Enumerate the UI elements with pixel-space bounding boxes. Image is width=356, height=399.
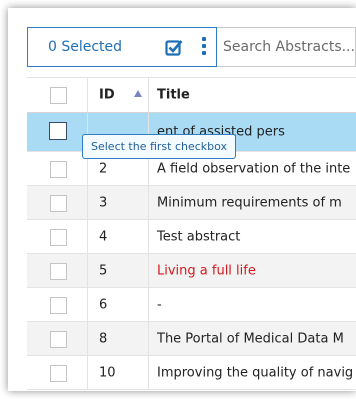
row-title: Improving the quality of navig	[157, 365, 354, 380]
table-row[interactable]: 6 -	[27, 288, 356, 322]
abstracts-panel: 0 Selected ID Title	[8, 8, 356, 391]
table-row[interactable]: 5 Living a full life	[27, 254, 356, 288]
row-check-cell	[27, 186, 88, 219]
id-column-header[interactable]: ID	[88, 78, 149, 112]
checkbox-checked-icon[interactable]	[165, 38, 183, 56]
table-row[interactable]: 4 Test abstract	[27, 220, 356, 254]
title-column-header[interactable]: Title	[149, 78, 356, 112]
selected-count: 0 Selected	[48, 39, 123, 55]
row-checkbox[interactable]	[50, 330, 67, 348]
select-all-cell	[27, 78, 88, 112]
row-check-cell	[27, 220, 88, 253]
table-row[interactable]: 8 The Portal of Medical Data M	[27, 322, 356, 356]
row-title: The Portal of Medical Data M	[157, 331, 344, 346]
table-row[interactable]: 3 Minimum requirements of m	[27, 186, 356, 220]
row-title-cell: The Portal of Medical Data M	[149, 322, 356, 355]
id-header-label: ID	[99, 87, 115, 103]
row-check-cell	[27, 322, 88, 355]
table-row[interactable]: 10 Improving the quality of navig	[27, 356, 356, 390]
sort-ascending-icon[interactable]	[134, 90, 142, 97]
toolbar: 0 Selected	[8, 8, 356, 68]
row-check-cell	[27, 254, 88, 287]
search-input[interactable]	[217, 27, 356, 67]
row-check-cell	[27, 288, 88, 321]
abstracts-table: ID Title ent of assisted pers 2 A field …	[27, 77, 356, 390]
row-title: Living a full life	[157, 263, 256, 278]
row-title-cell: Improving the quality of navig	[149, 356, 356, 389]
row-check-cell	[27, 113, 88, 151]
row-id: 3	[99, 195, 108, 210]
table-header: ID Title	[27, 77, 356, 113]
row-title-cell: -	[149, 288, 356, 321]
row-check-cell	[27, 152, 88, 185]
row-title-cell: Living a full life	[149, 254, 356, 287]
row-id: 4	[99, 229, 108, 244]
row-checkbox[interactable]	[50, 262, 67, 280]
select-all-checkbox[interactable]	[50, 87, 67, 104]
row-checkbox[interactable]	[50, 228, 67, 246]
checkbox-tooltip: Select the first checkbox	[82, 134, 237, 159]
row-title: -	[157, 297, 162, 312]
row-id: 6	[99, 297, 108, 312]
more-vertical-icon[interactable]	[201, 37, 207, 57]
row-checkbox[interactable]	[50, 296, 67, 314]
row-checkbox[interactable]	[49, 122, 67, 140]
row-title-cell: Minimum requirements of m	[149, 186, 356, 219]
row-id-cell: 3	[88, 186, 149, 219]
row-title-cell: Test abstract	[149, 220, 356, 253]
row-id-cell: 4	[88, 220, 149, 253]
row-id: 10	[99, 365, 116, 380]
row-id-cell: 6	[88, 288, 149, 321]
row-title: Minimum requirements of m	[157, 195, 342, 210]
row-checkbox[interactable]	[50, 364, 67, 382]
row-id-cell: 5	[88, 254, 149, 287]
row-check-cell	[27, 356, 88, 389]
selection-control[interactable]: 0 Selected	[27, 27, 217, 67]
row-id: 5	[99, 263, 108, 278]
row-checkbox[interactable]	[50, 194, 67, 212]
row-id-cell: 8	[88, 322, 149, 355]
title-header-label: Title	[157, 87, 190, 103]
row-checkbox[interactable]	[50, 160, 67, 178]
row-id: 8	[99, 331, 108, 346]
row-id: 2	[99, 161, 108, 176]
row-title: A field observation of the inte	[157, 161, 351, 176]
row-id-cell: 10	[88, 356, 149, 389]
row-title: Test abstract	[157, 229, 241, 244]
